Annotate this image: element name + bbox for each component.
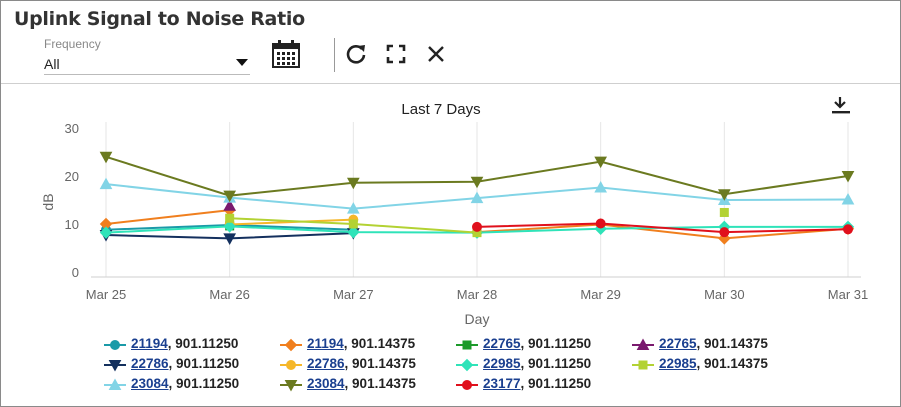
caret-down-icon [236,59,248,66]
legend-frequency: , 901.11250 [520,376,592,391]
legend-swatch [280,380,302,392]
y-tick-label: 10 [65,217,79,232]
data-point[interactable] [719,227,730,238]
data-point[interactable] [286,360,296,370]
legend-swatch [104,360,126,372]
line-chart: Mar 25 Mar 26 Mar 27 Mar 28 Mar 29 Mar 30 Mar … [40,97,868,327]
legend-frequency: , 901.11250 [520,336,592,351]
legend-frequency: , 901.14375 [344,376,416,391]
legend-link[interactable]: 23084 [307,376,345,391]
legend-label: 22786, 901.14375 [307,356,416,371]
data-point[interactable] [595,218,606,229]
data-point[interactable] [110,340,120,350]
frequency-value: All [44,56,60,72]
legend-link[interactable]: 22786 [131,356,169,371]
legend-frequency: , 901.14375 [696,356,768,371]
legend-link[interactable]: 22985 [659,356,697,371]
legend-swatch [104,378,126,390]
x-axis-title: Day [465,311,490,327]
legend-label: 23084, 901.14375 [307,376,416,391]
y-tick-label: 30 [65,121,79,136]
legend-frequency: , 901.14375 [696,336,768,351]
data-point[interactable] [460,358,474,372]
data-point[interactable] [843,224,853,235]
data-point[interactable] [472,221,482,232]
data-point[interactable] [719,207,729,217]
legend-swatch [456,358,478,372]
data-point[interactable] [462,380,472,390]
widget-panel: Uplink Signal to Noise Ratio Frequency A… [0,0,901,407]
legend-frequency: , 901.11250 [168,376,240,391]
data-point[interactable] [284,338,298,352]
refresh-icon[interactable] [345,43,367,65]
legend-label: 22985, 901.14375 [659,356,768,371]
legend-link[interactable]: 22786 [307,356,345,371]
frequency-label: Frequency [44,37,101,51]
y-tick-label: 0 [72,265,79,280]
legend-label: 22765, 901.14375 [659,336,768,351]
x-tick-label: Mar 30 [704,287,744,302]
legend-link[interactable]: 23177 [483,376,521,391]
legend-label: 23177, 901.11250 [483,376,591,391]
x-tick-label: Mar 28 [457,287,497,302]
legend-label: 22765, 901.11250 [483,336,591,351]
legend-label: 23084, 901.11250 [131,376,239,391]
toolbar-divider [334,38,335,72]
legend-link[interactable]: 22765 [659,336,697,351]
legend-link[interactable]: 22765 [483,336,521,351]
x-tick-label: Mar 25 [86,287,126,302]
data-point[interactable] [348,219,358,229]
legend-swatch [456,340,478,350]
legend-link[interactable]: 21194 [131,336,168,351]
x-tick-label: Mar 27 [333,287,373,302]
legend-link[interactable]: 21194 [307,336,344,351]
close-icon[interactable] [426,44,446,64]
frequency-select[interactable]: All [44,54,250,75]
legend-frequency: , 901.11250 [167,336,239,351]
y-axis-title: dB [40,193,56,210]
data-point[interactable] [717,189,731,201]
calendar-icon[interactable] [271,39,301,69]
legend-frequency: , 901.11250 [520,356,592,371]
legend-label: 22786, 901.11250 [131,356,239,371]
legend-link[interactable]: 23084 [131,376,169,391]
legend-frequency: , 901.11250 [168,356,240,371]
legend-label: 22985, 901.11250 [483,356,591,371]
x-tick-label: Mar 29 [580,287,620,302]
data-point[interactable] [638,360,648,370]
legend-swatch [104,340,126,350]
expand-icon[interactable] [386,44,406,64]
legend-label: 21194, 901.14375 [307,336,415,351]
data-point[interactable] [225,213,235,223]
legend-swatch [456,380,478,390]
legend-swatch [280,338,302,352]
y-tick-label: 20 [65,169,79,184]
legend-label: 21194, 901.11250 [131,336,238,351]
data-point[interactable] [462,340,472,350]
legend-link[interactable]: 22985 [483,356,521,371]
x-tick-label: Mar 26 [209,287,249,302]
x-tick-label: Mar 31 [828,287,868,302]
legend-swatch [632,338,654,350]
chart-title: Last 7 Days [401,101,480,118]
legend-frequency: , 901.14375 [344,356,416,371]
legend-swatch [632,360,654,370]
legend-frequency: , 901.14375 [343,336,416,351]
download-icon[interactable] [832,97,850,114]
legend-swatch [280,360,302,370]
widget-title: Uplink Signal to Noise Ratio [14,8,305,30]
